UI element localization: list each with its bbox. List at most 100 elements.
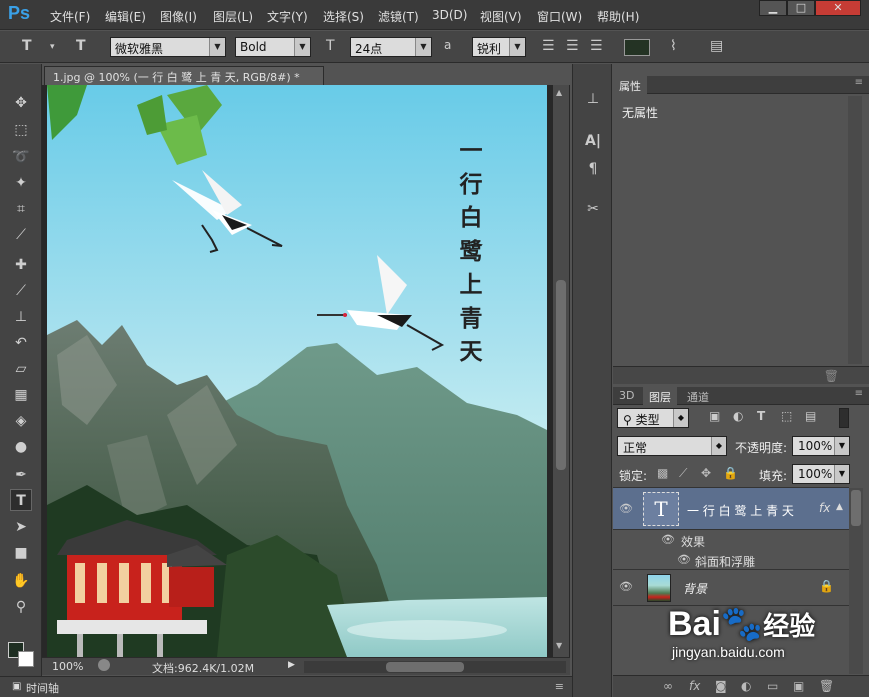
marquee-tool-icon[interactable]: ⬚ [10, 119, 32, 141]
font-style-select[interactable]: Bold ▼ [235, 37, 311, 57]
blend-mode-select[interactable]: 正常 ◆ [617, 436, 727, 456]
trash-icon[interactable]: 🗑 [824, 369, 839, 383]
filter-adjustment-icon[interactable]: ◐ [733, 409, 743, 423]
tab-channels[interactable]: 通道 [681, 387, 715, 405]
paragraph-panel-icon[interactable]: ¶ [582, 158, 604, 180]
align-left-icon[interactable]: ☰ [542, 38, 555, 54]
hand-tool-icon[interactable]: ✋ [10, 570, 32, 592]
horizontal-scrollbar[interactable] [304, 661, 566, 673]
move-tool-icon[interactable]: ✥ [10, 92, 32, 114]
fill-input[interactable]: 100% ▼ [792, 464, 850, 484]
timeline-label[interactable]: 时间轴 [26, 680, 59, 696]
history-brush-tool-icon[interactable]: ↶ [10, 332, 32, 354]
eyedropper-tool-icon[interactable]: ⟋ [10, 224, 32, 246]
layer-filter-select[interactable]: ⚲ 类型 ◆ [617, 408, 689, 428]
opacity-input[interactable]: 100% ▼ [792, 436, 850, 456]
layer-row-text[interactable]: 👁 T 一 行 白 鹭 上 青 天 fx ▲ [613, 488, 849, 530]
lock-all-icon[interactable]: 🔒 [723, 466, 738, 480]
font-family-select[interactable]: 微软雅黑 ▼ [110, 37, 226, 57]
visibility-eye-icon[interactable]: 👁 [661, 533, 675, 546]
menu-view[interactable]: 视图(V) [480, 8, 522, 25]
fx-icon[interactable]: fx [819, 501, 830, 515]
layer-effect-bevel-row[interactable]: 👁 斜面和浮雕 [613, 550, 849, 570]
dodge-tool-icon[interactable]: ● [10, 436, 32, 458]
panel-menu-icon[interactable]: ≡ [855, 388, 863, 399]
canvas-vertical-scrollbar[interactable]: ▲ ▼ [553, 85, 569, 657]
zoom-level[interactable]: 100% [52, 660, 83, 673]
visibility-eye-icon[interactable]: 👁 [677, 553, 691, 566]
preset-dropdown-icon[interactable]: ▾ [50, 42, 55, 52]
menu-image[interactable]: 图像(I) [160, 8, 197, 25]
scroll-down-arrow[interactable]: ▼ [556, 641, 562, 650]
tab-properties[interactable]: 属性 [613, 76, 647, 94]
menu-edit[interactable]: 编辑(E) [105, 8, 146, 25]
toggle-orientation-icon[interactable]: T [76, 38, 86, 54]
document-canvas[interactable]: 一 行 白 鹭 上 青 天 [47, 85, 547, 657]
filter-smart-object-icon[interactable]: ▤ [805, 409, 816, 423]
align-right-icon[interactable]: ☰ [590, 38, 603, 54]
minimize-button[interactable]: ▁ [759, 0, 787, 16]
menu-layer[interactable]: 图层(L) [213, 8, 253, 25]
warp-text-icon[interactable]: ⌇ [670, 38, 677, 54]
brush-presets-icon[interactable]: ✂ [582, 198, 604, 220]
panels-toggle-icon[interactable]: ▤ [710, 38, 723, 54]
menu-filter[interactable]: 滤镜(T) [378, 8, 419, 25]
tool-presets-icon[interactable]: ⊥ [582, 88, 604, 110]
background-color-swatch[interactable] [18, 651, 34, 667]
healing-brush-tool-icon[interactable]: ✚ [10, 254, 32, 276]
type-tool-icon[interactable]: T [10, 489, 32, 511]
font-size-select[interactable]: 24点 ▼ [350, 37, 432, 57]
lock-transparent-icon[interactable]: ▩ [657, 466, 668, 480]
menu-window[interactable]: 窗口(W) [537, 8, 582, 25]
character-panel-icon[interactable]: A| [582, 130, 604, 152]
align-center-icon[interactable]: ☰ [566, 38, 579, 54]
scroll-up-arrow[interactable]: ▲ [556, 88, 562, 97]
text-color-swatch[interactable] [624, 39, 650, 56]
brush-tool-icon[interactable]: ⟋ [10, 280, 32, 302]
tab-3d[interactable]: 3D [613, 387, 640, 405]
hscroll-thumb[interactable] [386, 662, 464, 672]
visibility-eye-icon[interactable]: 👁 [619, 580, 633, 593]
blur-tool-icon[interactable]: ◈ [10, 410, 32, 432]
crop-tool-icon[interactable]: ⌗ [10, 198, 32, 220]
zoom-tool-icon[interactable]: ⚲ [10, 596, 32, 618]
stamp-tool-icon[interactable]: ⊥ [10, 306, 32, 328]
text-tool-icon[interactable]: T [22, 38, 32, 54]
panel-menu-icon[interactable]: ≡ [555, 680, 564, 693]
tab-layers[interactable]: 图层 [643, 387, 677, 405]
filter-toggle-switch[interactable] [839, 408, 849, 428]
menu-file[interactable]: 文件(F) [50, 8, 90, 25]
menu-3d[interactable]: 3D(D) [432, 8, 467, 22]
menu-select[interactable]: 选择(S) [323, 8, 364, 25]
filter-pixel-icon[interactable]: ▣ [709, 409, 720, 423]
properties-scrollbar[interactable] [848, 96, 862, 364]
layer-name[interactable]: 背景 [683, 580, 707, 597]
panel-menu-icon[interactable]: ≡ [855, 77, 863, 88]
path-selection-tool-icon[interactable]: ➤ [10, 516, 32, 538]
pen-tool-icon[interactable]: ✒ [10, 464, 32, 486]
antialias-select[interactable]: 锐利 ▼ [472, 37, 526, 57]
layer-effects-row[interactable]: 👁 效果 [613, 530, 849, 550]
layer-name[interactable]: 一 行 白 鹭 上 青 天 [687, 502, 794, 519]
lock-image-icon[interactable]: ⟋ [679, 466, 687, 481]
layer-row-background[interactable]: 👁 背景 🔒 [613, 570, 849, 606]
filter-type-icon[interactable]: T [757, 409, 765, 423]
scroll-thumb[interactable] [556, 280, 566, 470]
eraser-tool-icon[interactable]: ▱ [10, 358, 32, 380]
menu-help[interactable]: 帮助(H) [597, 8, 639, 25]
expand-effects-icon[interactable]: ▲ [836, 502, 843, 512]
gradient-tool-icon[interactable]: ▦ [10, 384, 32, 406]
lock-position-icon[interactable]: ✥ [701, 466, 711, 480]
vertical-text-layer[interactable]: 一 行 白 鹭 上 青 天 [451, 135, 491, 370]
filter-shape-icon[interactable]: ⬚ [781, 409, 792, 423]
status-arrow-icon[interactable]: ▶ [288, 660, 295, 670]
magic-wand-tool-icon[interactable]: ✦ [10, 172, 32, 194]
close-button[interactable]: ✕ [815, 0, 861, 16]
maximize-button[interactable]: □ [787, 0, 815, 16]
status-menu-icon[interactable] [98, 659, 110, 671]
rectangle-tool-icon[interactable]: ■ [10, 542, 32, 564]
document-tab[interactable]: 1.jpg @ 100% (一 行 白 鹭 上 青 天, RGB/8#) * × [44, 66, 324, 98]
visibility-eye-icon[interactable]: 👁 [619, 502, 633, 515]
layers-scroll-thumb[interactable] [851, 490, 861, 526]
menu-type[interactable]: 文字(Y) [267, 8, 308, 25]
